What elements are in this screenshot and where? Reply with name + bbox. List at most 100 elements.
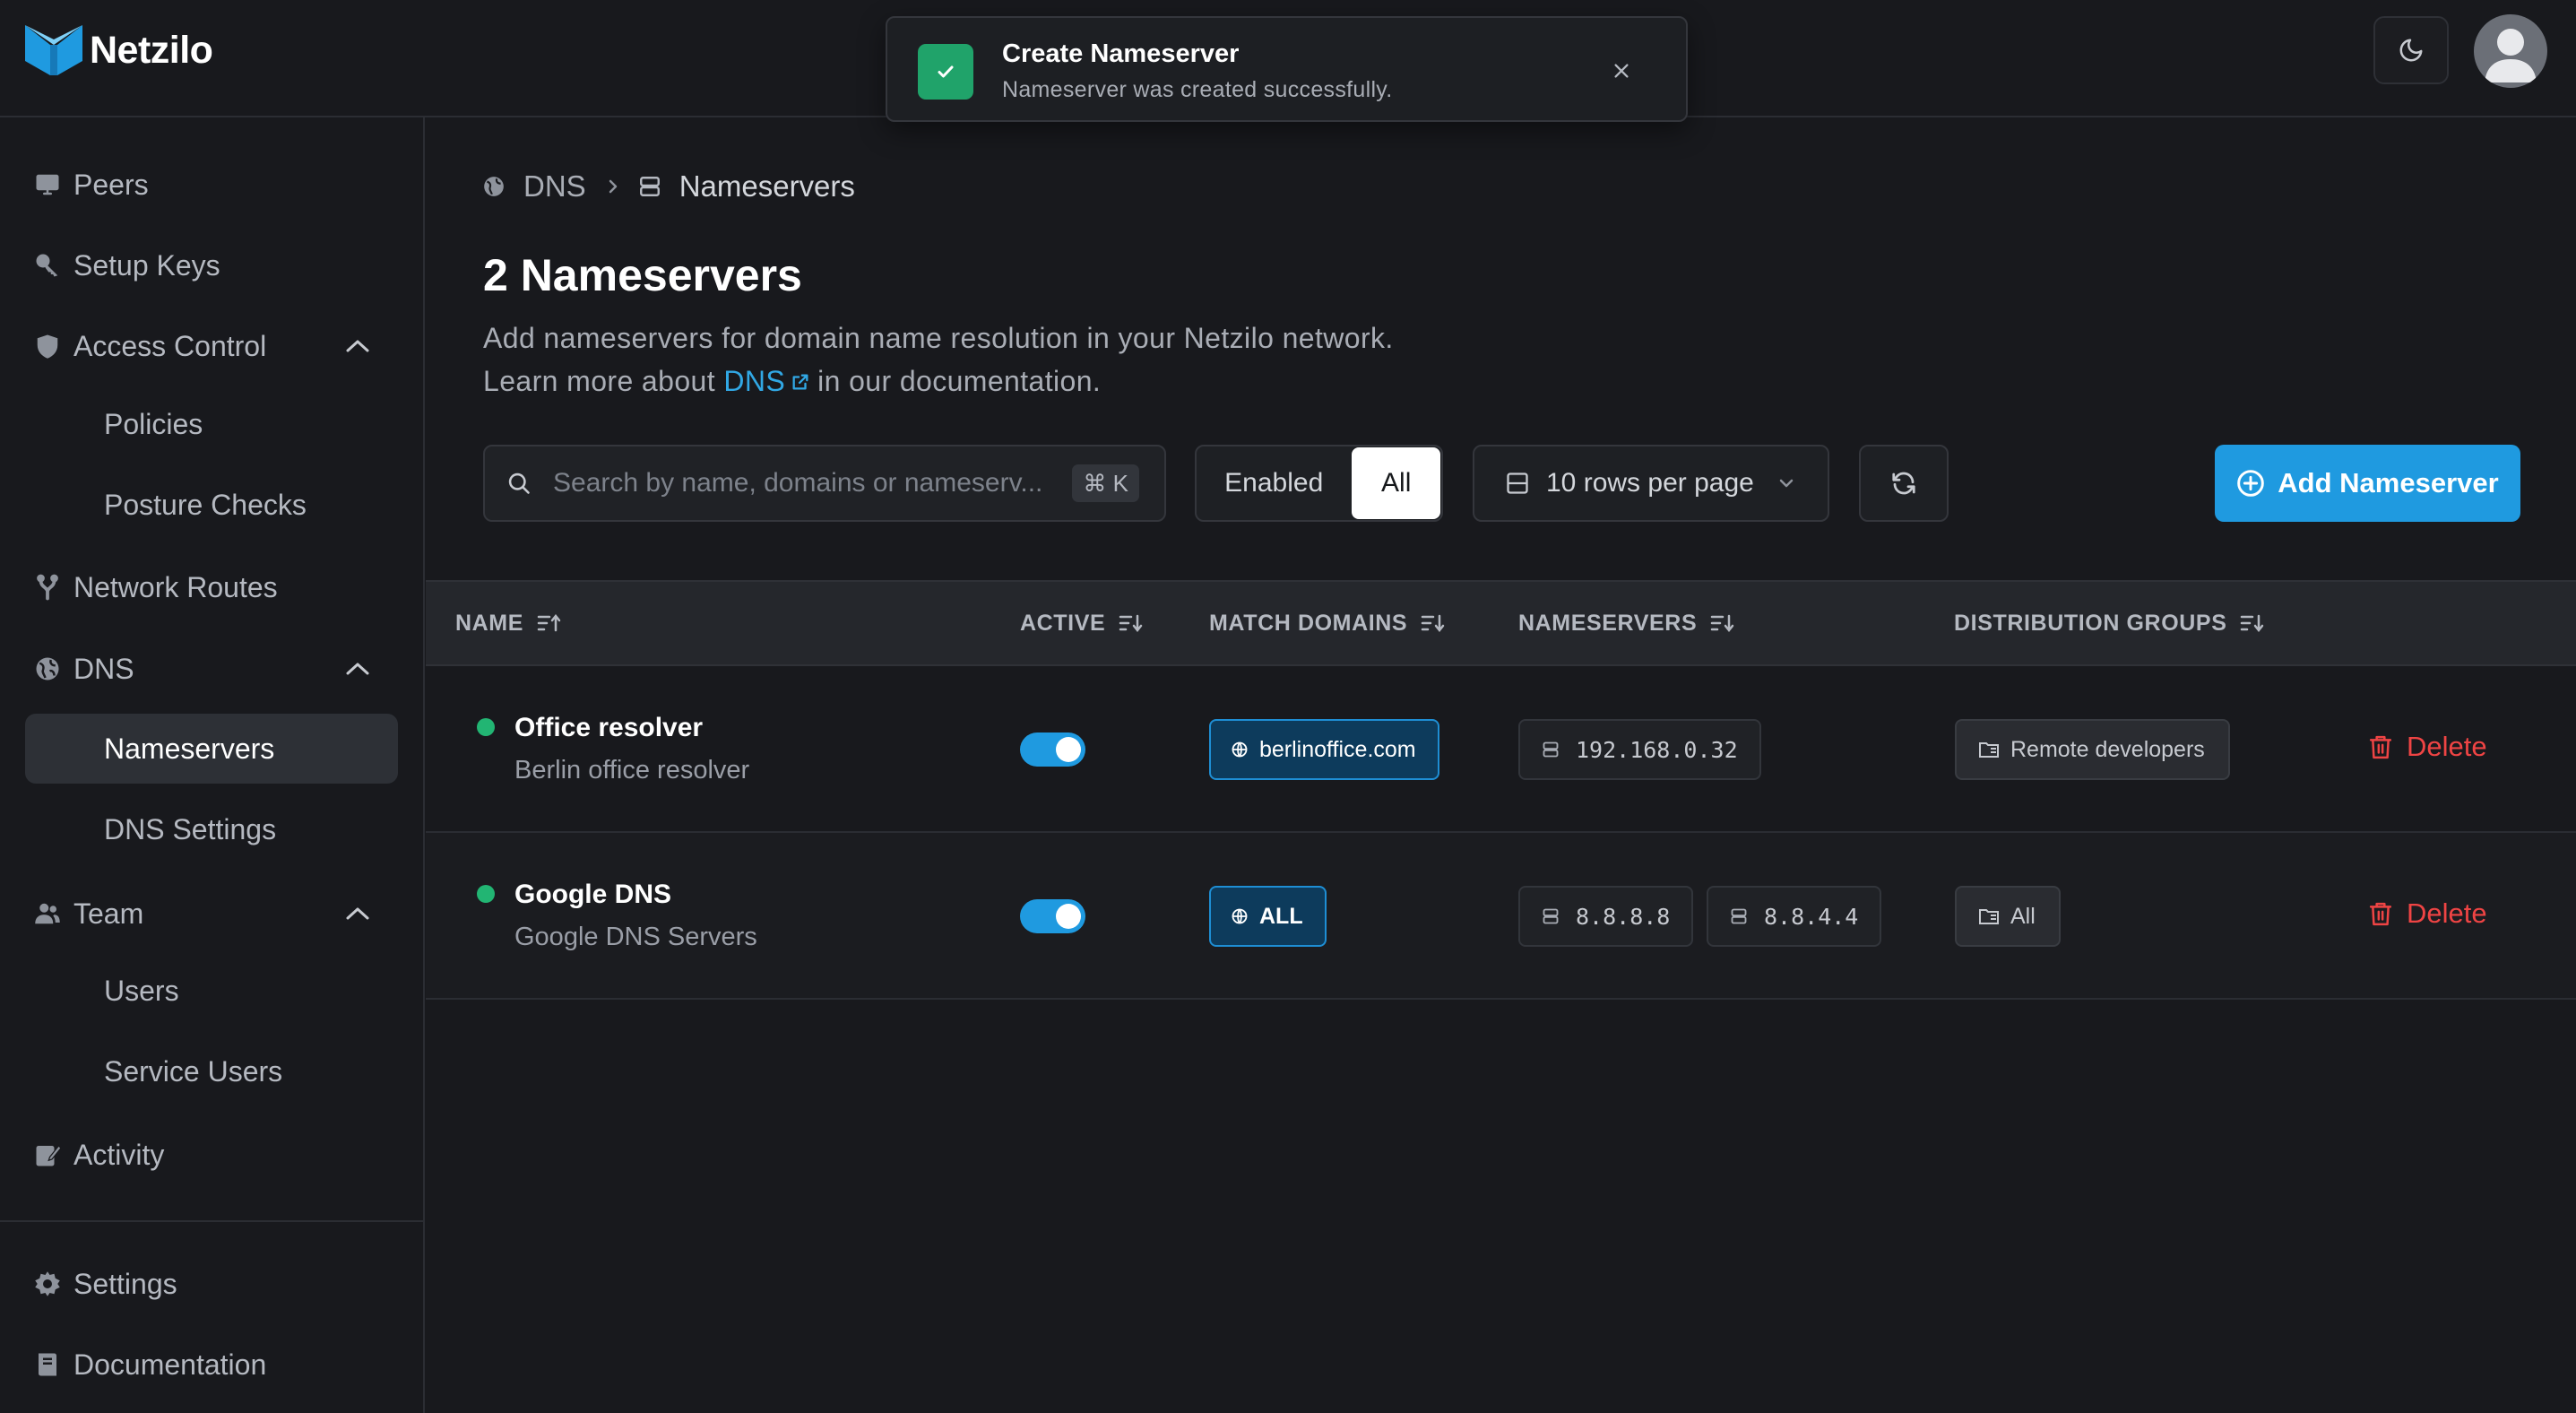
delete-button[interactable]: Delete [2369,897,2487,930]
server-icon [639,177,660,196]
app-logo[interactable]: Netzilo [23,20,213,81]
nameserver-ip-chip: 8.8.8.8 [1518,886,1694,947]
globe-icon [484,177,504,196]
folder-icon [1979,909,1999,924]
sidebar-item-access-control[interactable]: Access Control [25,311,398,381]
chevron-up-icon [346,340,369,352]
add-nameserver-button[interactable]: Add Nameserver [2215,445,2520,522]
sidebar-item-network-routes[interactable]: Network Routes [25,552,398,622]
breadcrumb-current: Nameservers [679,169,855,203]
status-filter-toggle: Enabled All [1195,445,1443,522]
delete-button[interactable]: Delete [2369,731,2487,763]
theme-toggle-button[interactable] [2373,16,2449,84]
sidebar-item-settings[interactable]: Settings [25,1249,398,1319]
server-icon [1543,908,1559,924]
nameserver-ip-chip: 192.168.0.32 [1518,719,1761,780]
sidebar-item-label: Policies [104,407,203,440]
sidebar-item-label: Users [104,974,179,1007]
shield-icon [32,333,63,360]
chevron-down-icon [1779,479,1794,488]
nameserver-name: Google DNS [514,880,672,909]
sidebar-item-activity[interactable]: Activity [25,1120,398,1190]
sort-icon [1421,614,1445,633]
sidebar: Peers Setup Keys Access Control Policies… [0,117,425,1413]
rows-icon [1507,472,1528,494]
sidebar-item-posture-checks[interactable]: Posture Checks [25,470,398,540]
users-icon [32,900,63,927]
toggle-knob [1056,737,1081,762]
sidebar-item-label: Peers [73,168,149,201]
dns-docs-link[interactable]: DNS [723,365,785,397]
nameserver-description: Google DNS Servers [514,923,757,951]
folder-icon [1979,742,1999,758]
sidebar-item-label: Network Routes [73,570,278,603]
learn-more-prefix: Learn more about [483,365,716,397]
filter-all-button[interactable]: All [1352,447,1440,519]
column-header-distribution-groups[interactable]: DISTRIBUTION GROUPS [1954,582,2266,664]
trash-icon [2369,902,2392,926]
column-header-match-domains[interactable]: MATCH DOMAINS [1209,582,1447,664]
chevron-up-icon [346,907,369,920]
trash-icon [2369,735,2392,759]
distribution-group-chip[interactable]: Remote developers [1955,719,2230,780]
sort-asc-icon [537,613,561,632]
sidebar-item-label: Nameservers [104,732,275,765]
user-icon [2485,29,2537,82]
globe-icon [1232,741,1248,758]
sidebar-item-dns-settings[interactable]: DNS Settings [25,794,398,864]
sidebar-divider [0,1220,423,1222]
page-title: 2 Nameservers [483,250,802,300]
app-name: Netzilo [90,28,213,72]
server-icon [1543,741,1559,758]
breadcrumb-dns-link[interactable]: DNS [523,169,586,204]
filter-enabled-button[interactable]: Enabled [1197,446,1351,520]
rows-per-page-select[interactable]: 10 rows per page [1473,445,1829,522]
sidebar-item-label: DNS [73,652,134,685]
activity-icon [32,1141,63,1168]
sidebar-item-setup-keys[interactable]: Setup Keys [25,230,398,300]
sort-icon [1119,614,1143,633]
refresh-button[interactable] [1859,445,1949,522]
close-icon [1614,64,1629,78]
table-row[interactable]: Office resolver Berlin office resolver b… [426,666,2576,833]
chevron-up-icon [346,663,369,675]
sidebar-item-label: Documentation [73,1348,267,1381]
sidebar-item-nameservers[interactable]: Nameservers [25,714,398,784]
sidebar-item-label: Posture Checks [104,488,307,521]
sidebar-item-label: Setup Keys [73,248,220,282]
search-icon [508,472,530,494]
success-toast: Create Nameserver Nameserver was created… [886,16,1688,122]
table-row[interactable]: Google DNS Google DNS Servers ALL 8.8.8.… [426,833,2576,1000]
toast-title: Create Nameserver [1002,39,1240,68]
distribution-group-chip[interactable]: All [1955,886,2061,947]
external-link-icon [792,374,808,390]
sidebar-item-label: Settings [73,1267,177,1300]
sidebar-item-documentation[interactable]: Documentation [25,1330,398,1400]
sidebar-item-policies[interactable]: Policies [25,389,398,459]
column-header-active[interactable]: ACTIVE [1020,582,1145,664]
active-toggle[interactable] [1020,899,1085,933]
globe-icon [1232,908,1248,924]
sidebar-item-peers[interactable]: Peers [25,150,398,220]
sidebar-item-users[interactable]: Users [25,956,398,1026]
status-dot [477,718,495,736]
learn-more-line: Learn more about DNS in our documentation… [483,360,1394,403]
search-input[interactable] [553,468,1073,498]
monitor-icon [32,171,63,198]
toast-close-button[interactable] [1606,56,1637,86]
learn-more-suffix: in our documentation. [817,365,1102,397]
sidebar-item-dns[interactable]: DNS [25,634,398,704]
match-domain-badge: berlinoffice.com [1209,719,1439,780]
sidebar-item-team[interactable]: Team [25,879,398,949]
sidebar-item-label: Activity [73,1138,165,1171]
gear-icon [32,1270,63,1297]
moon-icon [2399,39,2423,62]
search-box: ⌘ K [483,445,1166,522]
user-avatar[interactable] [2474,14,2547,88]
add-nameserver-label: Add Nameserver [2278,467,2499,498]
sidebar-item-service-users[interactable]: Service Users [25,1036,398,1106]
refresh-icon [1892,472,1915,495]
column-header-name[interactable]: NAME [455,582,563,664]
column-header-nameservers[interactable]: NAMESERVERS [1518,582,1736,664]
active-toggle[interactable] [1020,733,1085,767]
